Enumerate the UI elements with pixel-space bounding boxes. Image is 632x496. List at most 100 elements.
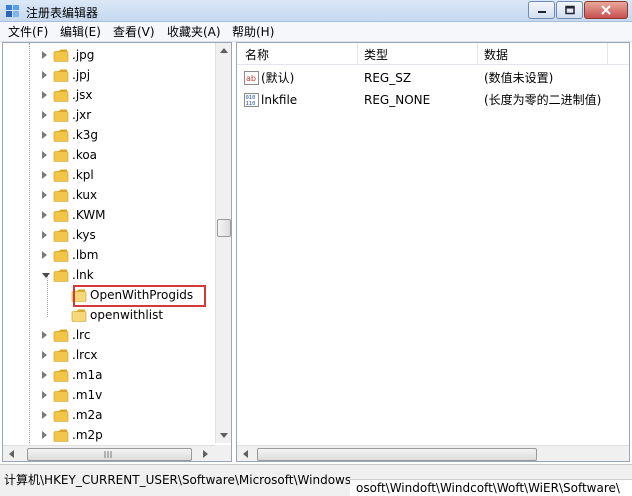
- tree-item-label: .jpg: [72, 48, 95, 62]
- menu-help[interactable]: 帮助(H): [230, 24, 276, 40]
- tree-item[interactable]: .m2a: [3, 405, 213, 425]
- folder-icon: [53, 69, 69, 82]
- tree-item[interactable]: .kux: [3, 185, 213, 205]
- expand-arrow-icon[interactable]: [42, 171, 47, 179]
- folder-icon: [53, 149, 69, 162]
- folder-icon: [53, 189, 69, 202]
- minimize-icon: [537, 11, 546, 13]
- scroll-down-icon[interactable]: [220, 433, 228, 438]
- tree-vertical-scroll-thumb[interactable]: [217, 219, 231, 237]
- tree-item[interactable]: .lrc: [3, 325, 213, 345]
- tree-item[interactable]: .kpl: [3, 165, 213, 185]
- folder-icon: [53, 229, 69, 242]
- scroll-left-icon[interactable]: [243, 450, 248, 458]
- tree-item[interactable]: .koa: [3, 145, 213, 165]
- status-bar: 计算机\HKEY_CURRENT_USER\Software\Microsoft…: [0, 464, 632, 496]
- tree-item[interactable]: .jsx: [3, 85, 213, 105]
- expand-arrow-icon[interactable]: [42, 131, 47, 139]
- tree-item-label: .m1a: [72, 368, 103, 382]
- tree-item[interactable]: .lbm: [3, 245, 213, 265]
- column-divider[interactable]: [477, 43, 478, 65]
- folder-icon: [53, 109, 69, 122]
- tree-item[interactable]: .k3g: [3, 125, 213, 145]
- list-horizontal-scroll-thumb[interactable]: [257, 448, 537, 461]
- tree-item-label: .m1v: [72, 388, 103, 402]
- tree-item-label: .jsx: [72, 88, 93, 102]
- scroll-up-icon[interactable]: [220, 48, 228, 53]
- tree-item[interactable]: .m1a: [3, 365, 213, 385]
- maximize-button[interactable]: [556, 1, 583, 19]
- menu-edit[interactable]: 编辑(E): [58, 24, 103, 40]
- expand-arrow-icon[interactable]: [42, 391, 47, 399]
- expand-arrow-icon[interactable]: [42, 191, 47, 199]
- key-tree-pane[interactable]: .jpg .jpj .jsx .jxr .k3g .koa .kpl .kux .KWM .kys…: [2, 42, 232, 462]
- tree-item[interactable]: .lnk: [3, 265, 213, 285]
- binary-value-icon: 010 110: [244, 93, 259, 107]
- folder-icon: [53, 49, 69, 62]
- svg-text:110: 110: [246, 101, 256, 107]
- menu-bar: 文件(F) 编辑(E) 查看(V) 收藏夹(A) 帮助(H): [0, 22, 632, 42]
- minimize-button[interactable]: [528, 1, 555, 19]
- grip-icon: [104, 451, 112, 458]
- expand-arrow-icon[interactable]: [42, 111, 47, 119]
- value-data: (数值未设置): [484, 71, 554, 85]
- menu-favorites[interactable]: 收藏夹(A): [165, 24, 223, 40]
- tree-item-label: .kys: [72, 228, 96, 242]
- expand-arrow-icon[interactable]: [42, 371, 47, 379]
- highlight-annotation: [73, 285, 206, 307]
- expand-arrow-icon[interactable]: [42, 211, 47, 219]
- folder-icon: [53, 269, 69, 282]
- tree-item-label: .kpl: [72, 168, 94, 182]
- collapse-arrow-icon[interactable]: [42, 273, 50, 278]
- overlay-strip: osoft\Windoft\Windcoft\Woft\WiER\Softwar…: [350, 479, 632, 496]
- window-title: 注册表编辑器: [26, 6, 99, 20]
- tree-item-label: .lrcx: [72, 348, 98, 362]
- expand-arrow-icon[interactable]: [42, 151, 47, 159]
- tree-horizontal-scroll-thumb[interactable]: [27, 448, 192, 461]
- value-name: lnkfile: [261, 93, 298, 107]
- column-header-type[interactable]: 类型: [364, 46, 388, 63]
- column-divider[interactable]: [607, 43, 608, 65]
- string-value-icon: ab: [244, 71, 259, 85]
- tree-item-label: .jxr: [72, 108, 92, 122]
- scroll-left-icon[interactable]: [9, 450, 14, 458]
- list-horizontal-scrollbar[interactable]: [237, 445, 629, 461]
- menu-file[interactable]: 文件(F): [6, 24, 50, 40]
- value-row[interactable]: 010 110 lnkfile REG_NONE (长度为零的二进制值): [237, 89, 629, 111]
- overlay-path-text: osoft\Windoft\Windcoft\Woft\WiER\Softwar…: [356, 481, 620, 495]
- close-button[interactable]: [584, 1, 628, 19]
- expand-arrow-icon[interactable]: [42, 51, 47, 59]
- tree-item[interactable]: .jxr: [3, 105, 213, 125]
- column-header-name[interactable]: 名称: [245, 46, 269, 63]
- tree-item-label: .jpj: [72, 68, 91, 82]
- column-header-data[interactable]: 数据: [484, 46, 508, 63]
- tree-item[interactable]: .KWM: [3, 205, 213, 225]
- tree-item[interactable]: .jpj: [3, 65, 213, 85]
- expand-arrow-icon[interactable]: [42, 91, 47, 99]
- column-divider[interactable]: [357, 43, 358, 65]
- tree-item[interactable]: .lrcx: [3, 345, 213, 365]
- menu-view[interactable]: 查看(V): [111, 24, 157, 40]
- scroll-right-icon[interactable]: [203, 450, 208, 458]
- expand-arrow-icon[interactable]: [42, 251, 47, 259]
- tree-item-label: .k3g: [72, 128, 99, 142]
- tree-item[interactable]: .m1v: [3, 385, 213, 405]
- regedit-icon: [6, 5, 19, 17]
- expand-arrow-icon[interactable]: [42, 331, 47, 339]
- tree-item[interactable]: .jpg: [3, 45, 213, 65]
- tree-item[interactable]: .kys: [3, 225, 213, 245]
- expand-arrow-icon[interactable]: [42, 431, 47, 439]
- tree-vertical-scrollbar[interactable]: [215, 43, 231, 443]
- value-row[interactable]: ab (默认) REG_SZ (数值未设置): [237, 67, 629, 89]
- tree-horizontal-scrollbar[interactable]: [3, 445, 215, 461]
- tree-item[interactable]: .m2p: [3, 425, 213, 445]
- expand-arrow-icon[interactable]: [42, 411, 47, 419]
- status-key-path: 计算机\HKEY_CURRENT_USER\Software\Microsoft…: [4, 473, 352, 487]
- tree-item[interactable]: openwithlist: [3, 305, 213, 325]
- values-list-pane[interactable]: 名称 类型 数据 ab (默认) REG_SZ (数值未设置) 010 110 …: [236, 42, 630, 462]
- expand-arrow-icon[interactable]: [42, 71, 47, 79]
- expand-arrow-icon[interactable]: [42, 231, 47, 239]
- expand-arrow-icon[interactable]: [42, 351, 47, 359]
- svg-text:ab: ab: [246, 74, 256, 83]
- folder-icon: [53, 349, 69, 362]
